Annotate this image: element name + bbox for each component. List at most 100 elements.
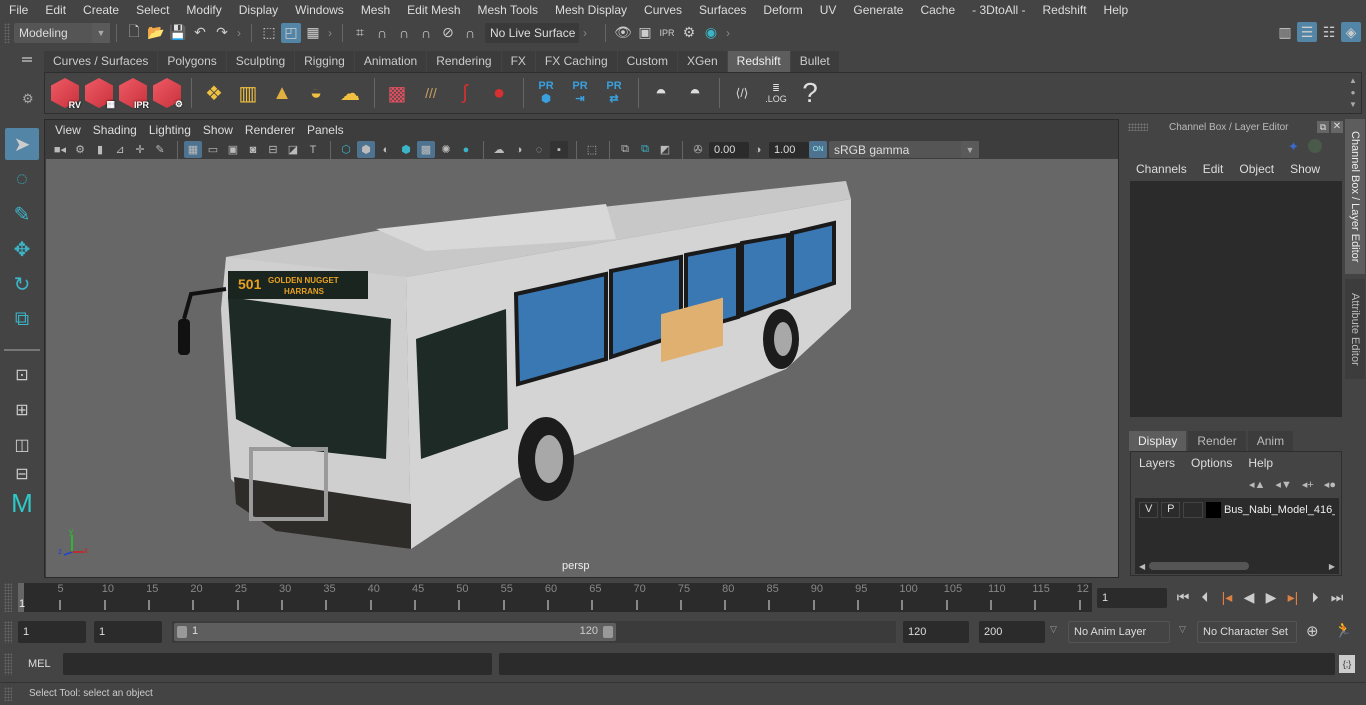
collapse-icon[interactable]: › [726, 26, 730, 40]
anim-layer-select[interactable]: No Anim Layer [1068, 621, 1170, 643]
viewport-menu-shading[interactable]: Shading [87, 123, 143, 137]
redo-icon[interactable]: ↷ [212, 23, 232, 43]
anim-layer-dropdown-icon[interactable]: ▽ [1050, 624, 1057, 635]
live-surface-field[interactable]: No Live Surface [485, 22, 579, 43]
two-pane-layout-icon[interactable]: ⊟ [5, 464, 39, 484]
gamma-field[interactable]: 1.00 [769, 141, 809, 158]
animation-prefs-icon[interactable]: 🏃 [1334, 621, 1353, 639]
shelf-tab-fx-caching[interactable]: FX Caching [535, 51, 617, 72]
menu-mesh[interactable]: Mesh [352, 3, 398, 17]
current-frame-field[interactable]: 1 [1097, 588, 1167, 608]
rs-area-light-icon[interactable]: ❖ [198, 76, 230, 110]
use-all-lights-icon[interactable]: ✺ [437, 141, 455, 158]
range-slider-bar[interactable]: 1 120 [174, 623, 616, 641]
go-to-start-icon[interactable]: ⏮ [1172, 586, 1194, 608]
menu-edit[interactable]: Edit [36, 3, 74, 17]
color-management-toggle[interactable]: ON [809, 141, 827, 158]
shelf-tab-sculpting[interactable]: Sculpting [226, 51, 295, 72]
bus-model[interactable]: 501 GOLDEN NUGGET HARRANS y x z persp [46, 159, 1118, 577]
rs-hair-icon[interactable]: /// [415, 76, 447, 110]
rotate-tool-icon[interactable]: ↻ [5, 268, 39, 300]
tool-settings-icon[interactable]: ☷ [1319, 22, 1339, 42]
range-start-handle[interactable] [177, 626, 187, 638]
channel-box-menu-object[interactable]: Object [1239, 162, 1274, 176]
step-forward-frame-icon[interactable]: ⏵ [1304, 586, 1326, 608]
collapse-icon[interactable]: › [328, 26, 332, 40]
save-scene-icon[interactable]: 💾 [168, 23, 188, 43]
menu-mesh-tools[interactable]: Mesh Tools [469, 3, 546, 17]
snap-grid-icon[interactable]: ⌗ [350, 23, 370, 43]
safe-action-icon[interactable]: ◪ [284, 141, 302, 158]
menu-deform[interactable]: Deform [754, 3, 810, 17]
safe-title-icon[interactable]: T [304, 141, 322, 158]
screen-space-ao-icon[interactable]: ☁ [490, 141, 508, 158]
menu-set-select[interactable]: Modeling ▼ [14, 22, 110, 43]
menu-uv[interactable]: UV [811, 3, 845, 17]
layer-display-type-toggle[interactable] [1183, 502, 1203, 518]
paint-select-tool-icon[interactable]: ✎ [5, 198, 39, 230]
ipr-render-icon[interactable]: IPR [657, 23, 677, 43]
menu-select[interactable]: Select [127, 3, 177, 17]
redshift-ipr-button[interactable]: IPR [117, 76, 149, 110]
shelf-tab-animation[interactable]: Animation [354, 51, 427, 72]
shelf-tab-polygons[interactable]: Polygons [158, 51, 226, 72]
select-hierarchy-icon[interactable]: ⬚ [259, 23, 279, 43]
shelf-tab-rigging[interactable]: Rigging [295, 51, 354, 72]
select-component-icon[interactable]: ▦ [303, 23, 323, 43]
scene-view[interactable]: 501 GOLDEN NUGGET HARRANS y x z persp [46, 159, 1118, 577]
drag-handle[interactable] [4, 22, 10, 43]
undo-icon[interactable]: ↶ [190, 23, 210, 43]
step-forward-key-icon[interactable]: ▸| [1282, 586, 1304, 608]
bake-pie-2-icon[interactable]: ◓ [679, 76, 711, 110]
channel-box-toggle-icon[interactable]: ◈ [1341, 22, 1361, 42]
step-back-key-icon[interactable]: |◂ [1216, 586, 1238, 608]
attribute-editor-toggle-icon[interactable]: ☰ [1297, 22, 1317, 42]
scale-tool-icon[interactable]: ⧉ [5, 303, 39, 335]
layer-menu-help[interactable]: Help [1248, 456, 1273, 470]
redshift-settings-button[interactable]: ⚙ [151, 76, 183, 110]
anti-aliasing-icon[interactable]: ◌ [530, 141, 548, 158]
manipulator-icon[interactable]: ✦ [1288, 139, 1299, 155]
sync-icon[interactable] [1308, 139, 1322, 153]
collapse-icon[interactable]: › [583, 26, 587, 40]
hypershade-icon[interactable]: ◉ [701, 23, 721, 43]
menu-surfaces[interactable]: Surfaces [690, 3, 754, 17]
channel-box-menu-edit[interactable]: Edit [1203, 162, 1224, 176]
shelf-menu-icon[interactable] [22, 57, 32, 59]
command-language-toggle[interactable]: MEL [28, 658, 51, 670]
script-editor-icon[interactable]: {;} [1339, 655, 1355, 673]
anim-start-field[interactable]: 1 [18, 621, 86, 643]
xray-active-icon[interactable]: ⧉ [636, 141, 654, 158]
range-end-handle[interactable] [603, 626, 613, 638]
shelf-tab-rendering[interactable]: Rendering [427, 51, 501, 72]
new-layer-icon[interactable]: ◂+ [1302, 478, 1314, 491]
render-frame-icon[interactable]: ▣ [635, 23, 655, 43]
character-set-dropdown-icon[interactable]: ▽ [1179, 624, 1186, 635]
view-transform-select[interactable]: sRGB gamma ▼ [829, 141, 979, 158]
help-icon[interactable]: ? [794, 76, 826, 110]
rs-volume-icon[interactable]: ʃ [449, 76, 481, 110]
time-slider[interactable]: 1 5 10 15 20 25 30 35 40 45 50 55 60 65 70 75 80 85 90 95 1… [18, 583, 1092, 612]
playback-end-field[interactable]: 120 [903, 621, 969, 643]
shadows-icon[interactable]: ● [457, 141, 475, 158]
viewport-menu-renderer[interactable]: Renderer [239, 123, 301, 137]
camera-select-icon[interactable]: ■◂ [51, 141, 69, 158]
layer-menu-options[interactable]: Options [1191, 456, 1232, 470]
bookmark-icon[interactable]: ▮ [91, 141, 109, 158]
channel-box-menu-channels[interactable]: Channels [1136, 162, 1187, 176]
step-back-frame-icon[interactable]: ⏴ [1194, 586, 1216, 608]
redshift-render-sequence-button[interactable]: ▦ [83, 76, 115, 110]
camera-attr-icon[interactable]: ⚙ [71, 141, 89, 158]
menu-modify[interactable]: Modify [177, 3, 229, 17]
playback-start-field[interactable]: 1 [94, 621, 162, 643]
shelf-tab-xgen[interactable]: XGen [677, 51, 727, 72]
redshift-render-view-button[interactable]: RV [49, 76, 81, 110]
exposure-field[interactable]: 0.00 [709, 141, 749, 158]
select-object-icon[interactable]: ◰ [281, 22, 301, 43]
menu-edit-mesh[interactable]: Edit Mesh [398, 3, 468, 17]
scroll-thumb[interactable] [1149, 562, 1250, 570]
grid-toggle-icon[interactable]: ▦ [184, 141, 202, 158]
range-slider[interactable]: 1 120 [172, 621, 896, 643]
log-file-icon[interactable]: ≣ .LOG [760, 76, 792, 110]
drag-handle[interactable] [4, 653, 12, 675]
